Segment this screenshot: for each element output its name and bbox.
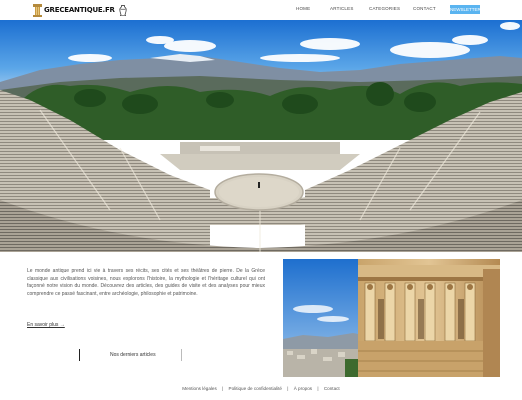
- newsletter-button[interactable]: NEWSLETTER: [450, 5, 481, 14]
- nav-item-home[interactable]: HOME: [296, 5, 310, 13]
- footer-separator: |: [287, 386, 289, 391]
- intro-paragraph: Le monde antique prend ici vie à travers…: [27, 268, 265, 297]
- read-more-link[interactable]: En savoir plus →: [27, 322, 65, 328]
- main-nav: HOME ARTICLES CATEGORIES CONTACT: [0, 5, 522, 15]
- site-footer: Mentions légales | Politique de confiden…: [0, 386, 522, 396]
- footer-link-contact[interactable]: Contact: [324, 386, 340, 391]
- footer-link-legal[interactable]: Mentions légales: [182, 386, 216, 391]
- footer-separator: |: [222, 386, 224, 391]
- cta-divider: [79, 349, 80, 361]
- footer-link-privacy[interactable]: Politique de confidentialité: [229, 386, 282, 391]
- hero-image: [0, 20, 522, 252]
- nav-item-contact[interactable]: CONTACT: [413, 5, 436, 13]
- intro-text-block: Le monde antique prend ici vie à travers…: [27, 268, 265, 298]
- nav-item-categories[interactable]: CATEGORIES: [369, 5, 400, 13]
- cta-divider-right: [181, 349, 182, 361]
- latest-articles-link[interactable]: Nos derniers articles: [110, 352, 156, 358]
- erechtheion-image: [283, 259, 500, 377]
- footer-link-about[interactable]: À propos: [294, 386, 312, 391]
- nav-item-articles[interactable]: ARTICLES: [330, 5, 354, 13]
- footer-separator: |: [317, 386, 319, 391]
